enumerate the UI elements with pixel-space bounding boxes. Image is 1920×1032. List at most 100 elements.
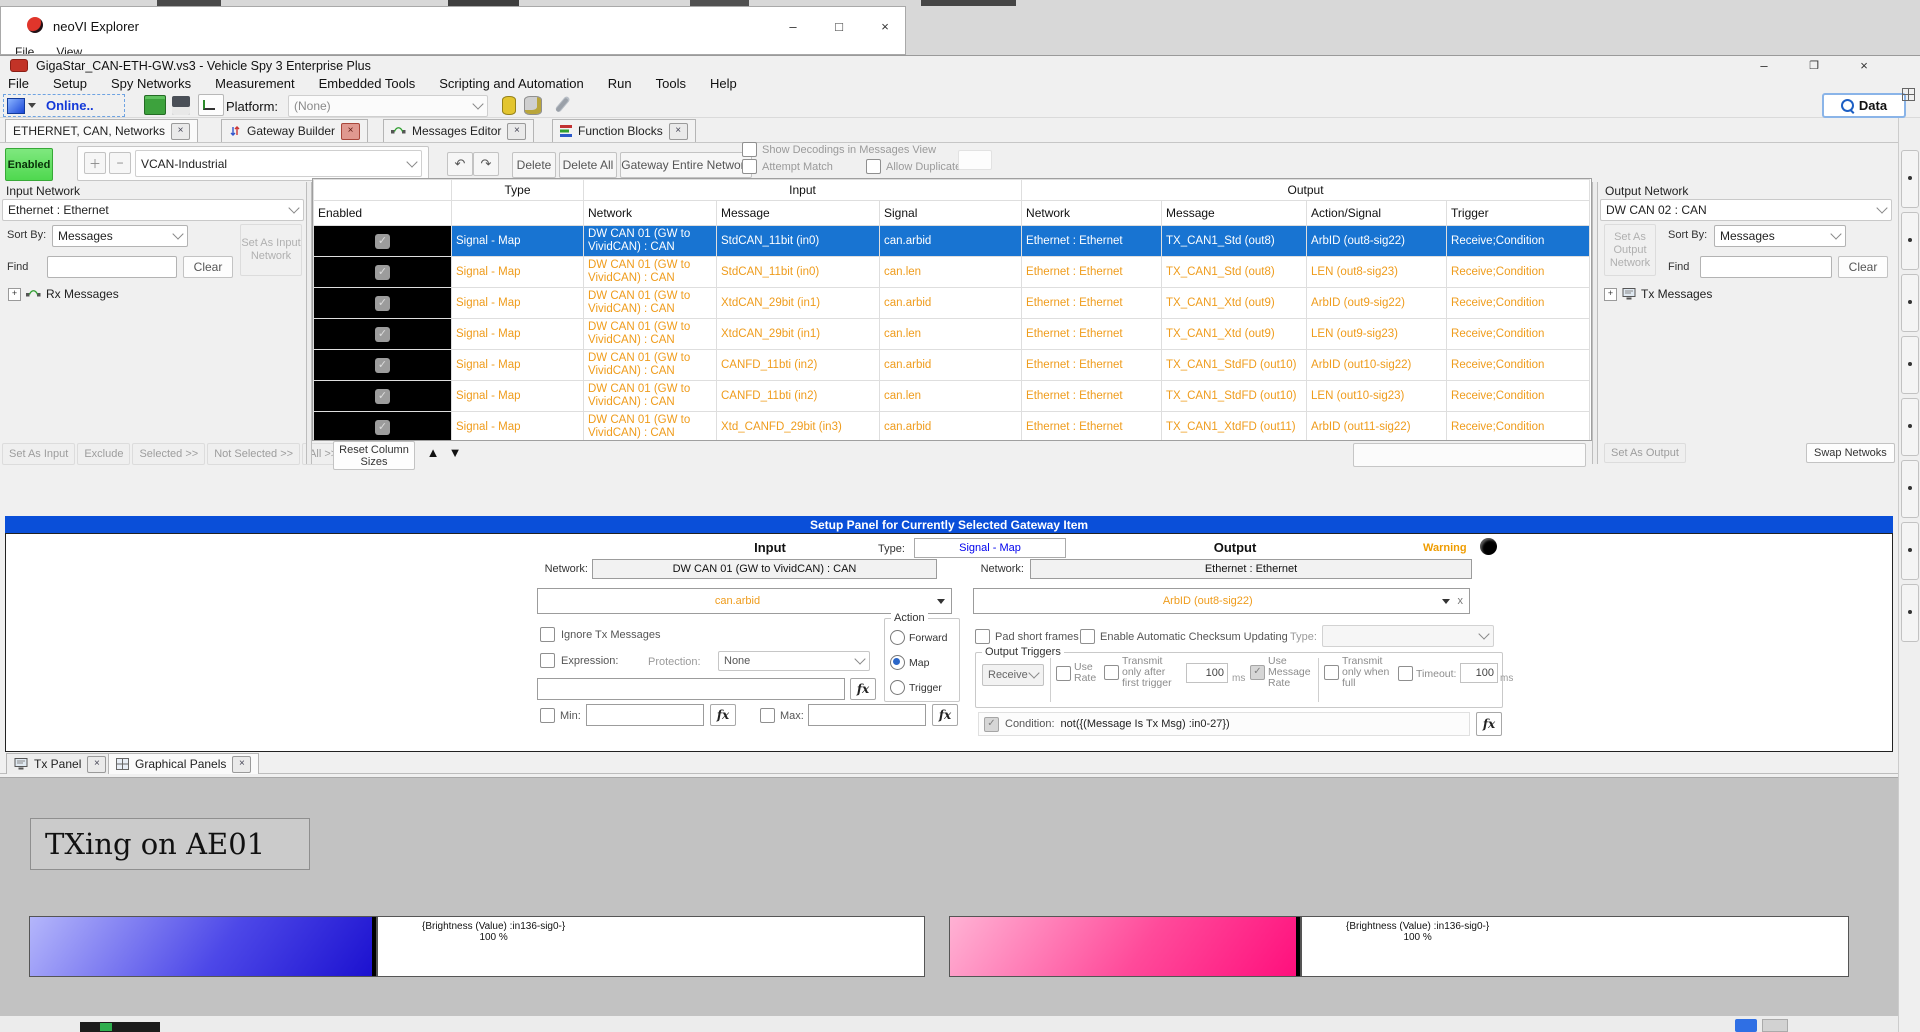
clear-signal-button[interactable]: x	[1458, 595, 1464, 607]
cell-trigger[interactable]: Receive;Condition	[1447, 381, 1590, 412]
header-input-network[interactable]: Network	[584, 201, 717, 226]
header-enabled[interactable]: Enabled	[314, 201, 452, 226]
close-button[interactable]: ×	[1842, 56, 1886, 75]
gateway-network-select[interactable]: VCAN-Industrial	[135, 150, 422, 177]
close-icon[interactable]: ×	[341, 123, 360, 140]
warning-indicator-icon[interactable]	[1480, 538, 1497, 555]
cell-input-message[interactable]: CANFD_11bti (in2)	[717, 381, 880, 412]
menu-item[interactable]: Scripting and Automation	[439, 76, 584, 91]
min-fx-button[interactable]: fx	[710, 704, 736, 726]
cell-input-message[interactable]: Xtd_CANFD_29bit (in3)	[717, 412, 880, 442]
neovi-close-button[interactable]: ×	[865, 13, 905, 39]
dock-panel-button[interactable]	[1901, 522, 1919, 580]
use-message-rate-checkbox[interactable]: Use Message Rate	[1250, 656, 1318, 689]
taskbar-icon-gray[interactable]	[1762, 1019, 1788, 1032]
cell-trigger[interactable]: Receive;Condition	[1447, 226, 1590, 257]
expression-input[interactable]	[537, 678, 845, 700]
header-input-message[interactable]: Message	[717, 201, 880, 226]
dock-panel-button[interactable]	[1901, 150, 1919, 208]
cell-output-message[interactable]: TX_CAN1_Std (out8)	[1162, 257, 1307, 288]
enabled-cell[interactable]	[314, 257, 452, 288]
close-icon[interactable]: ×	[87, 756, 106, 773]
minimize-button[interactable]: –	[1742, 56, 1786, 75]
enabled-cell[interactable]	[314, 319, 452, 350]
header-trigger[interactable]: Trigger	[1447, 201, 1590, 226]
min-input[interactable]	[586, 704, 704, 726]
header-action-signal[interactable]: Action/Signal	[1307, 201, 1447, 226]
cell-type[interactable]: Signal - Map	[452, 257, 584, 288]
cell-type[interactable]: Signal - Map	[452, 319, 584, 350]
cell-type[interactable]: Signal - Map	[452, 412, 584, 442]
clear-button[interactable]: Clear	[183, 256, 233, 278]
cell-output-message[interactable]: TX_CAN1_Std (out8)	[1162, 226, 1307, 257]
enabled-cell[interactable]	[314, 381, 452, 412]
input-list-action-button[interactable]: Selected >>	[132, 443, 205, 465]
signal-view-icon[interactable]	[198, 94, 224, 116]
cell-input-signal[interactable]: can.arbid	[880, 412, 1022, 442]
screen-split-button[interactable]	[7, 96, 41, 115]
max-input[interactable]	[808, 704, 926, 726]
condition-checkbox[interactable]	[984, 717, 999, 732]
cell-action-signal[interactable]: LEN (out9-sig23)	[1307, 319, 1447, 350]
menu-item[interactable]: Help	[710, 76, 737, 91]
cell-trigger[interactable]: Receive;Condition	[1447, 288, 1590, 319]
cell-output-message[interactable]: TX_CAN1_StdFD (out10)	[1162, 381, 1307, 412]
database-export-icon[interactable]	[524, 96, 542, 115]
input-list-action-button[interactable]: Not Selected >>	[207, 443, 300, 465]
menu-item[interactable]: Setup	[53, 76, 87, 91]
dock-panel-button[interactable]	[1901, 460, 1919, 518]
menu-item[interactable]: Embedded Tools	[319, 76, 416, 91]
wrench-icon[interactable]	[552, 95, 572, 116]
tab-graphical-panels[interactable]: Graphical Panels ×	[108, 753, 259, 774]
menu-item[interactable]: Measurement	[215, 76, 294, 91]
cell-output-network[interactable]: Ethernet : Ethernet	[1022, 412, 1162, 442]
action-trigger-radio[interactable]: Trigger	[890, 680, 942, 695]
transmit-full-checkbox[interactable]: Transmit only when full	[1324, 656, 1398, 689]
add-gateway-button[interactable]: ＋	[84, 152, 106, 174]
cell-output-message[interactable]: TX_CAN1_Xtd (out9)	[1162, 319, 1307, 350]
cell-input-network[interactable]: DW CAN 01 (GW to VividCAN) : CAN	[584, 412, 717, 442]
neovi-menu-item[interactable]: View	[56, 45, 82, 55]
cell-trigger[interactable]: Receive;Condition	[1447, 319, 1590, 350]
cell-input-message[interactable]: XtdCAN_29bit (in1)	[717, 319, 880, 350]
database-icon[interactable]	[502, 96, 516, 115]
menu-item[interactable]: Run	[608, 76, 632, 91]
cell-input-network[interactable]: DW CAN 01 (GW to VividCAN) : CAN	[584, 319, 717, 350]
enabled-checkbox-icon[interactable]	[375, 420, 390, 435]
pad-short-frames-checkbox[interactable]: Pad short frames	[975, 629, 1079, 644]
table-row[interactable]: Signal - Map DW CAN 01 (GW to VividCAN) …	[314, 288, 1590, 319]
cell-input-network[interactable]: DW CAN 01 (GW to VividCAN) : CAN	[584, 226, 717, 257]
remove-gateway-button[interactable]: −	[109, 152, 131, 174]
header-group-output[interactable]: Output	[1022, 180, 1590, 201]
menu-item[interactable]: Spy Networks	[111, 76, 191, 91]
table-row[interactable]: Signal - Map DW CAN 01 (GW to VividCAN) …	[314, 350, 1590, 381]
sort-by-select-right[interactable]: Messages	[1714, 225, 1846, 247]
input-network-select[interactable]: Ethernet : Ethernet	[2, 199, 304, 221]
expression-fx-button[interactable]: fx	[850, 678, 876, 700]
online-button[interactable]: Online..	[46, 98, 94, 113]
find-input-right[interactable]	[1700, 256, 1832, 278]
input-list-action-button[interactable]: Exclude	[77, 443, 130, 465]
splitter-right[interactable]	[1592, 182, 1598, 464]
cell-type[interactable]: Signal - Map	[452, 288, 584, 319]
table-row[interactable]: Signal - Map DW CAN 01 (GW to VividCAN) …	[314, 412, 1590, 442]
cell-action-signal[interactable]: ArbID (out9-sig22)	[1307, 288, 1447, 319]
condition-value[interactable]: not({(Message Is Tx Msg) :in0-27})	[1061, 718, 1230, 730]
taskbar-app-icon[interactable]	[100, 1023, 112, 1031]
cell-action-signal[interactable]: ArbID (out10-sig22)	[1307, 350, 1447, 381]
cell-type[interactable]: Signal - Map	[452, 350, 584, 381]
expand-icon[interactable]: +	[8, 288, 21, 301]
neovi-minimize-button[interactable]: –	[773, 13, 813, 39]
move-up-button[interactable]: ▲	[424, 445, 442, 465]
set-as-output-button[interactable]: Set As Output	[1604, 443, 1686, 463]
timeout-input[interactable]: 100	[1460, 663, 1498, 683]
hardware-icon[interactable]	[144, 95, 166, 115]
cell-output-network[interactable]: Ethernet : Ethernet	[1022, 226, 1162, 257]
tab-gateway-builder[interactable]: Gateway Builder ×	[221, 119, 368, 142]
cell-input-message[interactable]: StdCAN_11bit (in0)	[717, 257, 880, 288]
dock-panel-button[interactable]	[1901, 336, 1919, 394]
dock-panel-button[interactable]	[1901, 274, 1919, 332]
min-checkbox[interactable]: Min:	[540, 708, 581, 723]
close-icon[interactable]: ×	[171, 123, 190, 140]
cell-input-network[interactable]: DW CAN 01 (GW to VividCAN) : CAN	[584, 257, 717, 288]
